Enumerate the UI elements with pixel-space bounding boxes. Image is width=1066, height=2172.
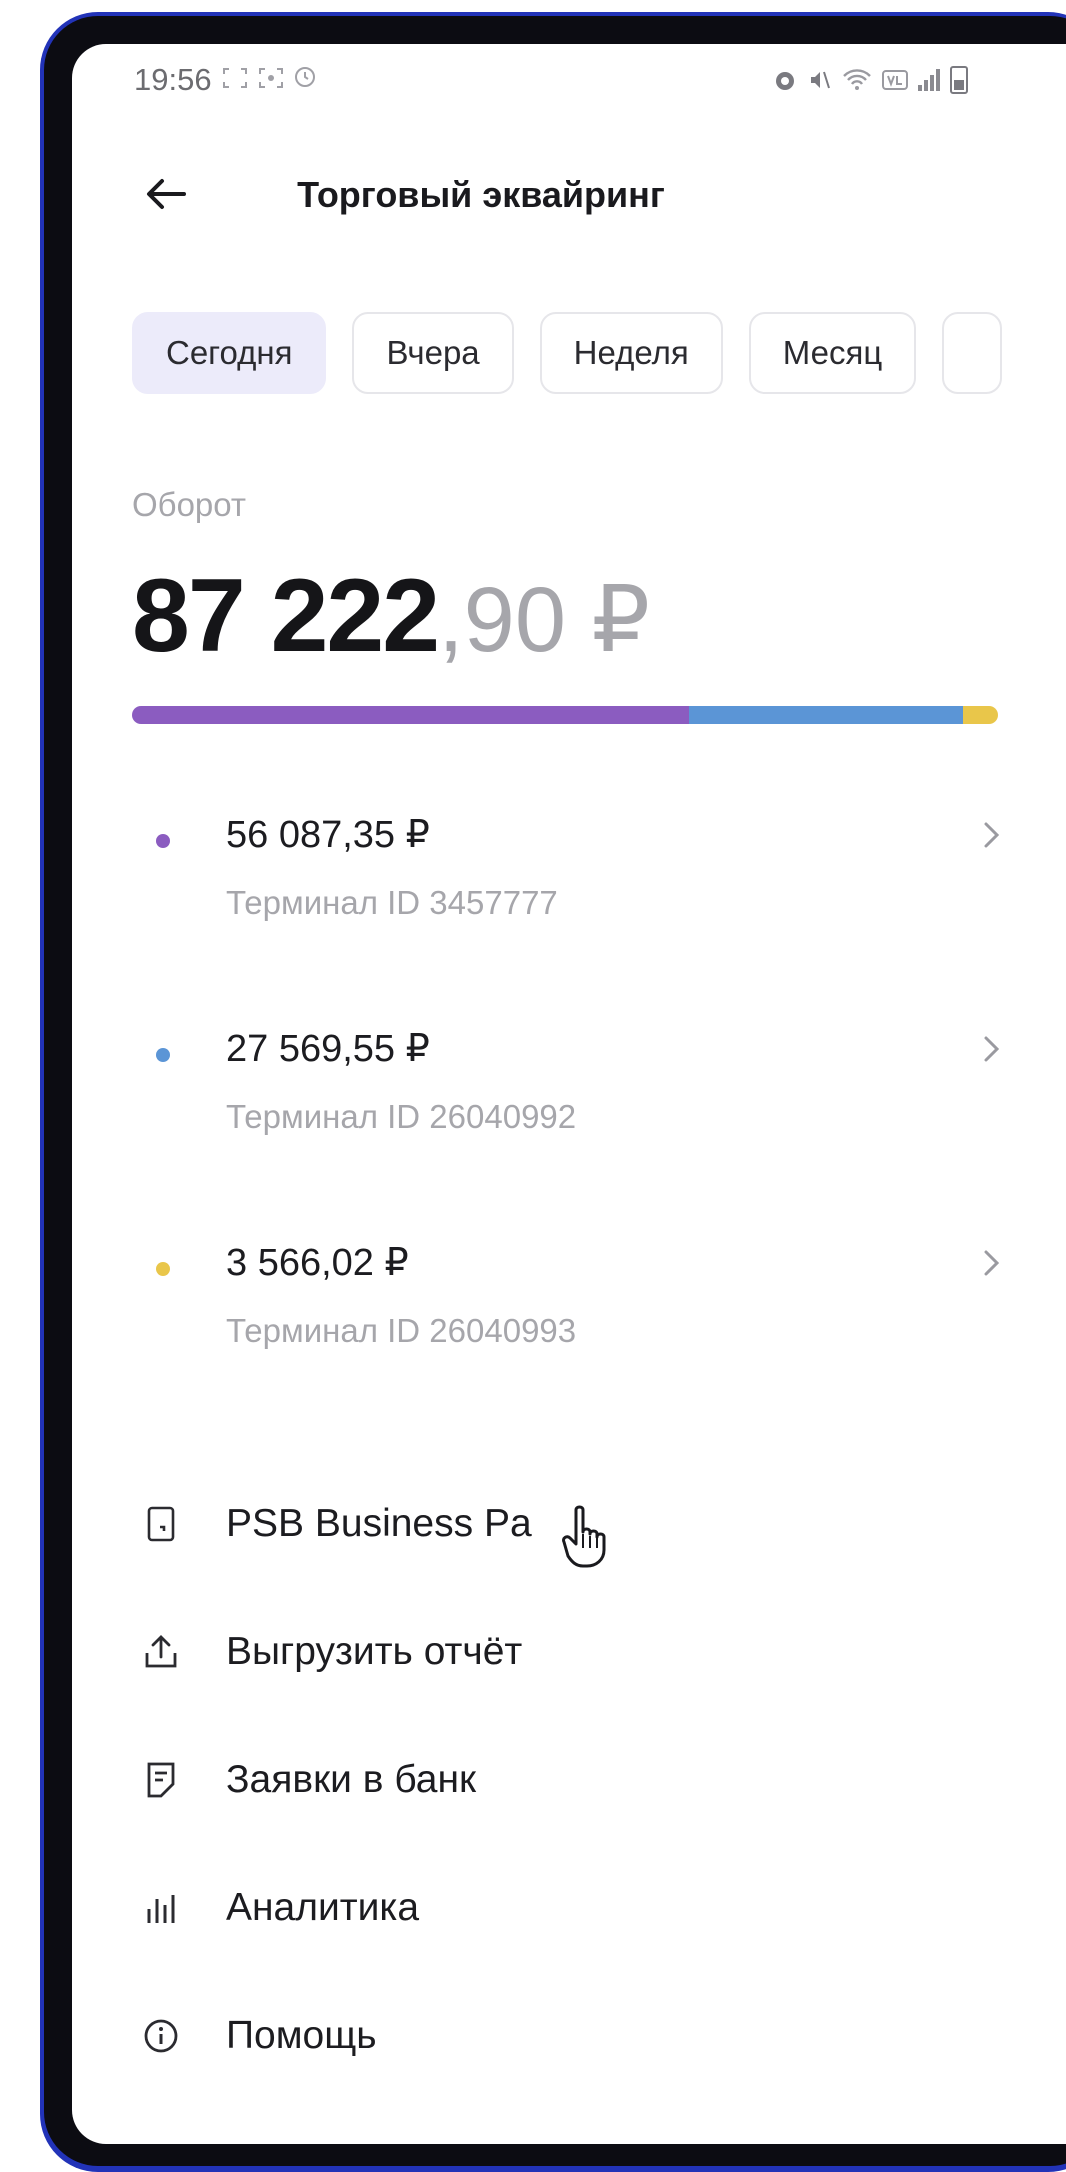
status-bar: 19:56 [134, 62, 317, 98]
terminal-color-dot [156, 1048, 170, 1062]
tab-yesterday[interactable]: Вчера [352, 312, 514, 394]
period-tabs: Сегодня Вчера Неделя Месяц [132, 312, 1003, 394]
alarm-clock-icon [295, 66, 316, 87]
page-title: Торговый эквайринг [297, 174, 665, 215]
chevron-right-icon [984, 1250, 1000, 1276]
wifi-icon [843, 69, 871, 90]
terminal-amount: 56 087,35 ₽ [226, 814, 430, 856]
alarm-icon [776, 72, 794, 90]
terminal-color-dot [156, 834, 170, 848]
battery-icon [950, 66, 968, 94]
terminal-id: Терминал ID 26040992 [226, 1098, 577, 1135]
info-icon [136, 2011, 186, 2061]
menu-item-bank-requests[interactable]: Заявки в банк [132, 1740, 1002, 1820]
document-icon [136, 1755, 186, 1805]
menu-item-label: Выгрузить отчёт [226, 1630, 523, 1673]
menu-item-label: Помощь [226, 2014, 377, 2057]
focus-icon [258, 67, 283, 88]
mute-icon [811, 71, 830, 89]
upload-icon [136, 1627, 186, 1677]
terminal-row[interactable]: 56 087,35 ₽ Терминал ID 3457777 [132, 802, 1002, 922]
chevron-right-icon [984, 822, 1000, 848]
turnover-breakdown-bar [132, 706, 998, 724]
tab-week[interactable]: Неделя [539, 312, 723, 394]
hand-pointer-cursor [562, 1505, 606, 1568]
turnover-amount-fraction: ,90 ₽ [438, 569, 651, 671]
menu-item-label: PSB Business Pa [226, 1502, 532, 1545]
menu-item-help[interactable]: Помощь [132, 1996, 1002, 2076]
signal-icon [918, 69, 940, 91]
tab-more[interactable] [942, 312, 1003, 394]
terminal-amount: 27 569,55 ₽ [226, 1028, 430, 1070]
status-right-icons [772, 66, 968, 94]
status-left-icons [222, 65, 318, 96]
terminal-row[interactable]: 27 569,55 ₽ Терминал ID 26040992 [132, 1016, 1002, 1136]
terminal-color-dot [156, 1262, 170, 1276]
tab-month[interactable]: Месяц [748, 312, 917, 394]
tab-today[interactable]: Сегодня [132, 312, 327, 394]
turnover-amount-main: 87 222 [132, 558, 440, 674]
turnover-bar-segment [132, 706, 689, 724]
menu-item-export-report[interactable]: Выгрузить отчёт [132, 1612, 1002, 1692]
analytics-icon [136, 1883, 186, 1933]
phone-pay-icon [136, 1499, 186, 1549]
terminal-row[interactable]: 3 566,02 ₽ Терминал ID 26040993 [132, 1230, 1002, 1350]
terminal-amount: 3 566,02 ₽ [226, 1242, 409, 1284]
terminal-id: Терминал ID 26040993 [226, 1312, 577, 1349]
chevron-right-icon [984, 1036, 1000, 1062]
terminal-id: Терминал ID 3457777 [226, 884, 558, 921]
turnover-label: Оборот [132, 486, 247, 523]
screenshot-icon [222, 67, 247, 88]
menu-item-analytics[interactable]: Аналитика [132, 1868, 1002, 1948]
turnover-amount: 87 222,90 ₽ [132, 564, 650, 668]
phone-screen: 19:56 Торговый эквайринг Сегодня Вчера Н… [72, 44, 1066, 2144]
volte-icon [882, 70, 908, 90]
menu-item-label: Заявки в банк [226, 1758, 477, 1801]
status-time: 19:56 [134, 62, 212, 97]
menu-item-label: Аналитика [226, 1886, 420, 1929]
turnover-bar-segment [688, 706, 963, 724]
turnover-bar-segment [962, 706, 998, 724]
